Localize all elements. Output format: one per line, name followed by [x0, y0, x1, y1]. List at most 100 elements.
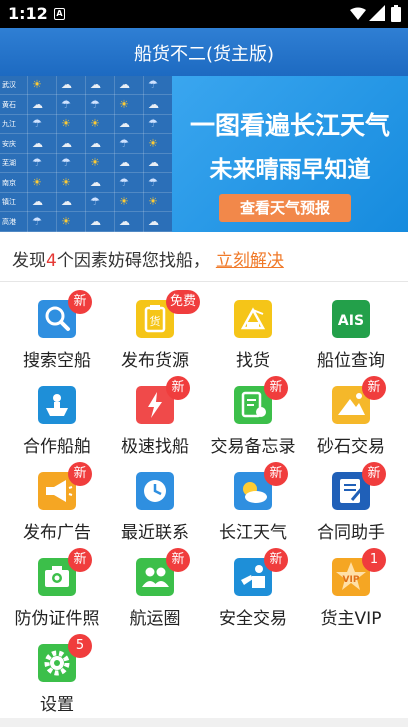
sun-icon: ☀	[148, 195, 158, 208]
ais-icon: AIS	[332, 300, 370, 338]
menu-item-label: 找货	[236, 351, 270, 371]
grid-line	[85, 76, 86, 232]
cloud-icon: ☁	[61, 136, 72, 150]
rain-icon: ☂	[148, 78, 158, 91]
menu-item-label: 发布货源	[121, 351, 189, 371]
city-label: 黄石	[2, 100, 16, 109]
menu-item[interactable]: 最近联系	[104, 472, 206, 558]
badge: 5	[68, 634, 92, 658]
menu-item-label: 长江天气	[219, 523, 287, 543]
rain-icon: ☂	[61, 97, 71, 111]
menu-item[interactable]: VIP 1 货主VIP	[300, 548, 402, 644]
clock-icon	[136, 472, 174, 510]
app-header: 船货不二(货主版)	[0, 28, 408, 76]
badge: 免费	[166, 290, 201, 314]
menu-item-label: 航运圈	[129, 609, 181, 629]
signal-icon	[369, 5, 385, 25]
resolve-now-link[interactable]: 立刻解决	[216, 251, 284, 271]
menu-item[interactable]: AIS 船位查询	[300, 300, 402, 386]
menu-item[interactable]: 货免费发布货源	[104, 290, 206, 386]
banner-subline: 未来晴雨早知道	[209, 157, 371, 183]
cloud-icon: ☁	[148, 97, 159, 111]
cloud-icon: ☁	[119, 156, 130, 169]
badge: 新	[68, 290, 92, 314]
banner-headline: 一图看遍长江天气	[189, 111, 390, 140]
battery-icon	[391, 5, 401, 26]
city-label: 南京	[2, 178, 16, 187]
rain-icon: ☂	[119, 136, 129, 150]
menu-item-label: 发布广告	[23, 523, 91, 543]
weather-row: 安庆 ☁ ☁ ☁ ☂ ☀	[0, 135, 172, 154]
badge: 新	[362, 376, 386, 400]
page-title: 船货不二(货主版)	[133, 44, 275, 65]
rain-icon: ☂	[148, 175, 158, 189]
svg-text:VIP: VIP	[343, 575, 360, 585]
menu-item[interactable]: 新极速找船	[104, 376, 206, 472]
menu-item-label: 防伪证件照	[14, 609, 100, 629]
sun-icon: ☀	[32, 175, 42, 189]
badge: 新	[264, 376, 288, 400]
grid-line	[27, 76, 28, 232]
status-time: 1:12	[8, 4, 48, 23]
rain-icon: ☂	[32, 214, 42, 228]
cloud-icon: ☁	[148, 214, 159, 228]
menu-item-label: 安全交易	[219, 609, 287, 629]
weather-row: 高港 ☂ ☀ ☁ ☁ ☁	[0, 213, 172, 232]
weather-banner[interactable]: 武汉 ☀ ☁ ☁ ☁ ☂ 黄石 ☁ ☂ ☂ ☀ ☁ 九江 ☂ ☀ ☀ ☁ ☂ 安庆 ☁ ☁ ☁ ☂ ☀ 芜湖 ☂ ☂ ☀ ☁ ☁ 南京 ☀ ☀ ☁…	[0, 76, 408, 232]
weather-forecast-button[interactable]: 查看天气预报	[219, 194, 351, 222]
menu-item[interactable]: 新安全交易	[202, 548, 304, 644]
cloud-icon: ☁	[148, 156, 159, 169]
sun-icon: ☀	[32, 78, 42, 91]
city-label: 芜湖	[2, 159, 16, 167]
cloud-icon: ☁	[32, 195, 43, 208]
menu-item[interactable]: 新航运圈	[104, 548, 206, 644]
city-label: 九江	[2, 120, 16, 128]
menu-item[interactable]: 新发布广告	[6, 462, 108, 558]
bottom-edge	[0, 718, 408, 727]
weather-row: 九江 ☂ ☀ ☀ ☁ ☂	[0, 115, 172, 134]
wifi-icon	[350, 6, 366, 25]
notice-count: 4	[46, 251, 57, 271]
crane-icon	[234, 300, 272, 338]
menu-item-label: 砂石交易	[317, 437, 385, 457]
menu-item[interactable]: 新长江天气	[202, 462, 304, 558]
city-label: 高港	[2, 217, 16, 226]
rain-icon: ☂	[32, 156, 42, 169]
badge: 1	[362, 548, 386, 572]
svg-text:货: 货	[150, 314, 161, 328]
menu-item[interactable]: 新防伪证件照	[6, 548, 108, 644]
sun-icon: ☀	[61, 117, 71, 130]
weather-table: 武汉 ☀ ☁ ☁ ☁ ☂ 黄石 ☁ ☂ ☂ ☀ ☁ 九江 ☂ ☀ ☀ ☁ ☂ 安庆 ☁ ☁ ☁ ☂ ☀ 芜湖 ☂ ☂ ☀ ☁ ☁ 南京 ☀ ☀ ☁…	[0, 76, 172, 232]
sim-icon: A	[54, 8, 65, 20]
badge: 新	[264, 548, 288, 572]
menu-item[interactable]: 新合同助手	[300, 462, 402, 558]
cloud-icon: ☁	[119, 78, 130, 91]
menu-item[interactable]: 新砂石交易	[300, 376, 402, 472]
weather-row: 黄石 ☁ ☂ ☂ ☀ ☁	[0, 96, 172, 115]
banner-promo: 一图看遍长江天气 未来晴雨早知道 查看天气预报	[172, 76, 408, 232]
cloud-icon: ☁	[90, 136, 101, 150]
sun-icon: ☀	[61, 214, 71, 228]
menu-item[interactable]: 5 设置	[6, 634, 108, 727]
rain-icon: ☂	[90, 195, 100, 208]
grid-line	[114, 76, 115, 232]
weather-row: 芜湖 ☂ ☂ ☀ ☁ ☁	[0, 154, 172, 173]
sun-icon: ☀	[90, 156, 100, 169]
menu-item[interactable]: 合作船舶	[6, 386, 108, 472]
menu-item-label: 交易备忘录	[210, 437, 296, 457]
svg-text:AIS: AIS	[338, 313, 364, 329]
menu-item[interactable]: 新搜索空船	[6, 290, 108, 386]
badge: 新	[166, 548, 190, 572]
sun-icon: ☀	[148, 136, 158, 150]
menu-item-label: 合作船舶	[23, 437, 91, 457]
cloud-icon: ☁	[90, 175, 101, 189]
grid-line	[143, 76, 144, 232]
menu-item[interactable]: 新交易备忘录	[202, 376, 304, 472]
cloud-icon: ☁	[90, 78, 101, 91]
cloud-icon: ☁	[61, 78, 72, 91]
cloud-icon: ☁	[119, 117, 130, 130]
notice-bar: 发现4个因素妨碍您找船， 立刻解决	[0, 232, 408, 282]
menu-item[interactable]: 找货	[202, 300, 304, 386]
badge: 新	[362, 462, 386, 486]
menu-item-label: 最近联系	[121, 523, 189, 543]
